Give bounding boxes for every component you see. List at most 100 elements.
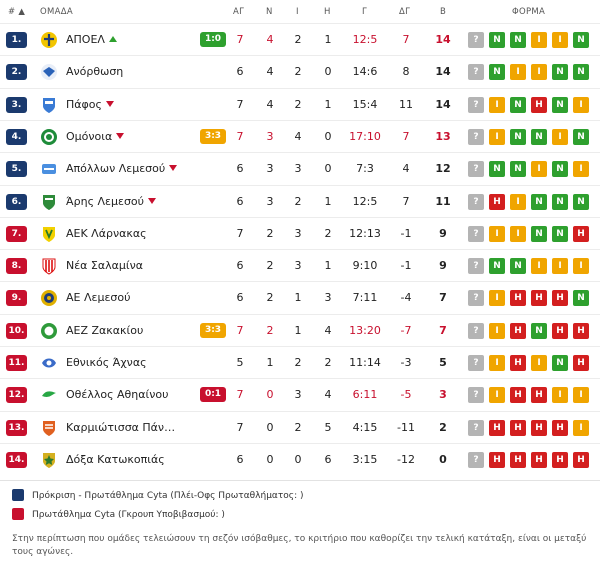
team-name[interactable]: ΑΕΖ Ζακακίου — [66, 324, 143, 337]
team-name[interactable]: Καρμιώτισσα Πάν… — [66, 421, 175, 434]
form-badge[interactable]: H — [531, 96, 547, 113]
team-name-text[interactable]: Οθέλλος Αθηαίνου — [66, 388, 168, 401]
form-badge[interactable]: H — [510, 322, 526, 339]
form-badge[interactable]: ? — [468, 64, 484, 81]
form-badge[interactable]: H — [489, 193, 505, 210]
team-name[interactable]: Ομόνοια — [66, 130, 125, 143]
form-badge[interactable]: N — [510, 258, 526, 275]
header-losses[interactable]: Η — [324, 7, 331, 17]
form-badge[interactable]: N — [510, 161, 526, 178]
form-badge[interactable]: I — [573, 387, 589, 404]
form-badge[interactable]: H — [573, 225, 589, 242]
header-wins[interactable]: Ν — [266, 7, 273, 17]
form-badge[interactable]: N — [510, 96, 526, 113]
form-badge[interactable]: H — [552, 451, 568, 468]
form-badge[interactable]: I — [489, 290, 505, 307]
form-badge[interactable]: I — [552, 128, 568, 145]
team-name[interactable]: Ανόρθωση — [66, 65, 123, 78]
form-badge[interactable]: I — [510, 64, 526, 81]
team-name-text[interactable]: ΑΕΚ Λάρνακας — [66, 227, 147, 240]
team-name[interactable]: ΑΠΟΕΛ — [66, 33, 117, 46]
form-badge[interactable]: ? — [468, 258, 484, 275]
form-badge[interactable]: H — [573, 355, 589, 371]
header-goals[interactable]: Γ — [362, 7, 367, 17]
form-badge[interactable]: N — [489, 64, 505, 81]
form-badge[interactable]: I — [573, 258, 589, 275]
form-badge[interactable]: H — [531, 387, 547, 404]
form-badge[interactable]: ? — [468, 290, 484, 307]
team-name[interactable]: Δόξα Κατωκοπιάς — [66, 453, 165, 466]
team-name[interactable]: ΑΕ Λεμεσού — [66, 291, 130, 304]
form-badge[interactable]: I — [552, 387, 568, 404]
form-badge[interactable]: ? — [468, 419, 484, 436]
table-row[interactable]: 12. Οθέλλος Αθηαίνου 0:1 7 0 3 4 6:11 -5 3? I H H I I — [0, 378, 600, 411]
form-badge[interactable]: N — [573, 290, 589, 307]
form-badge[interactable]: I — [489, 225, 505, 242]
table-row[interactable]: 13. Καρμιώτισσα Πάν… 7 0 2 5 4:15 -11 2? H H H H I — [0, 410, 600, 444]
table-row[interactable]: 10. ΑΕΖ Ζακακίου 3:3 7 2 1 4 13:20 -7 7? I H N H H — [0, 313, 600, 347]
form-badge[interactable]: H — [573, 322, 589, 339]
form-badge[interactable]: N — [573, 32, 589, 48]
form-badge[interactable]: H — [531, 290, 547, 307]
form-badge[interactable]: I — [552, 258, 568, 275]
form-badge[interactable]: H — [573, 451, 589, 468]
team-name[interactable]: Απόλλων Λεμεσού — [66, 162, 178, 175]
form-badge[interactable]: ? — [468, 96, 484, 113]
team-name-text[interactable]: Ομόνοια — [66, 130, 112, 143]
form-badge[interactable]: ? — [468, 193, 484, 210]
header-played[interactable]: ΑΓ — [233, 7, 244, 17]
header-draws[interactable]: Ι — [296, 7, 299, 17]
form-badge[interactable]: H — [552, 322, 568, 339]
form-badge[interactable]: I — [573, 419, 589, 436]
form-badge[interactable]: I — [531, 64, 547, 81]
team-name-text[interactable]: Άρης Λεμεσού — [66, 195, 144, 208]
header-rank[interactable]: # ▲ — [8, 7, 25, 17]
table-row[interactable]: 9. ΑΕ Λεμεσού 6 2 1 3 7:11 -4 7? I H H H N — [0, 281, 600, 314]
table-row[interactable]: 4. Ομόνοια 3:3 7 3 4 0 17:10 7 13? I N N I N — [0, 119, 600, 153]
table-row[interactable]: 8. Νέα Σαλαμίνα 6 2 3 1 9:10 -1 9? N N I I I — [0, 249, 600, 282]
form-badge[interactable]: H — [510, 290, 526, 307]
form-badge[interactable]: N — [510, 32, 526, 48]
form-badge[interactable]: ? — [468, 225, 484, 242]
form-badge[interactable]: I — [489, 355, 505, 371]
form-badge[interactable]: I — [552, 32, 568, 48]
form-badge[interactable]: N — [573, 193, 589, 210]
team-name-text[interactable]: ΑΕΖ Ζακακίου — [66, 324, 143, 337]
form-badge[interactable]: ? — [468, 32, 484, 48]
form-badge[interactable]: N — [531, 128, 547, 145]
form-badge[interactable]: H — [510, 451, 526, 468]
form-badge[interactable]: N — [531, 322, 547, 339]
table-row[interactable]: 1. ΑΠΟΕΛ 1:0 7 4 2 1 12:5 7 14? N N I I N — [0, 23, 600, 56]
team-name[interactable]: Πάφος — [66, 98, 114, 111]
form-badge[interactable]: I — [489, 322, 505, 339]
form-badge[interactable]: I — [531, 161, 547, 178]
form-badge[interactable]: H — [531, 451, 547, 468]
team-name[interactable]: Οθέλλος Αθηαίνου — [66, 388, 168, 401]
form-badge[interactable]: N — [531, 225, 547, 242]
form-badge[interactable]: N — [489, 32, 505, 48]
header-team[interactable]: ΟΜΑΔΑ — [40, 7, 73, 17]
live-score-badge[interactable]: 3:3 — [200, 128, 226, 144]
header-points[interactable]: Β — [440, 7, 446, 17]
form-badge[interactable]: N — [489, 258, 505, 275]
form-badge[interactable]: ? — [468, 451, 484, 468]
form-badge[interactable]: I — [531, 258, 547, 275]
form-badge[interactable]: ? — [468, 161, 484, 178]
header-diff[interactable]: ΔΓ — [399, 7, 410, 17]
form-badge[interactable]: H — [489, 451, 505, 468]
team-name-text[interactable]: Εθνικός Άχνας — [66, 356, 147, 369]
team-name-text[interactable]: Ανόρθωση — [66, 65, 123, 78]
team-name-text[interactable]: Απόλλων Λεμεσού — [66, 162, 165, 175]
live-score-badge[interactable]: 0:1 — [200, 387, 226, 403]
form-badge[interactable]: N — [552, 64, 568, 81]
table-row[interactable]: 2. Ανόρθωση 6 4 2 0 14:6 8 14? N I I N N — [0, 55, 600, 88]
team-name-text[interactable]: Καρμιώτισσα Πάν… — [66, 421, 175, 434]
form-badge[interactable]: ? — [468, 322, 484, 339]
form-badge[interactable]: I — [489, 96, 505, 113]
form-badge[interactable]: ? — [468, 128, 484, 145]
team-name[interactable]: Άρης Λεμεσού — [66, 195, 157, 208]
form-badge[interactable]: I — [510, 193, 526, 210]
form-badge[interactable]: H — [531, 419, 547, 436]
team-name-text[interactable]: ΑΕ Λεμεσού — [66, 291, 130, 304]
form-badge[interactable]: I — [489, 128, 505, 145]
